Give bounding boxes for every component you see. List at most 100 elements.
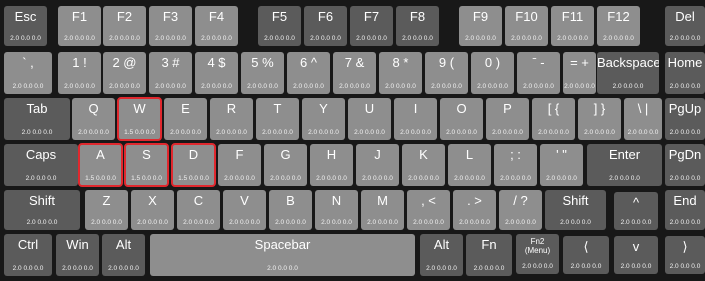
key-p[interactable]: P 2.0 0.0 0.0	[486, 98, 529, 140]
key-backslash[interactable]: \ | 2.0 0.0 0.0	[624, 98, 662, 140]
key-f5[interactable]: F5 2.0 0.0 0.0	[258, 6, 301, 46]
key-j[interactable]: J 2.0 0.0 0.0	[356, 144, 399, 186]
key-b[interactable]: B 2.0 0.0 0.0	[269, 190, 312, 230]
key-label: = +	[570, 55, 589, 70]
key-up[interactable]: ^ 2.0 0.0 0.0	[614, 192, 658, 230]
key-f3[interactable]: F3 2.0 0.0 0.0	[149, 6, 192, 46]
key-backspace[interactable]: Backspace 2.0 0.0 0.0	[597, 52, 659, 94]
key-enter[interactable]: Enter 2.0 0.0 0.0	[587, 144, 662, 186]
key-label: ˉ -	[532, 55, 545, 70]
key-esc[interactable]: Esc 2.0 0.0 0.0	[4, 6, 47, 46]
key-e[interactable]: E 2.0 0.0 0.0	[164, 98, 207, 140]
key-n[interactable]: N 2.0 0.0 0.0	[315, 190, 358, 230]
key-tab[interactable]: Tab 2.0 0.0 0.0	[4, 98, 70, 140]
key-f12[interactable]: F12 2.0 0.0 0.0	[597, 6, 640, 46]
key-period[interactable]: . > 2.0 0.0 0.0	[453, 190, 496, 230]
key-z[interactable]: Z 2.0 0.0 0.0	[85, 190, 128, 230]
key-d[interactable]: D 1.5 0.0 0.0	[171, 143, 216, 187]
key-label: End	[673, 193, 697, 208]
key-u[interactable]: U 2.0 0.0 0.0	[348, 98, 391, 140]
key-f8[interactable]: F8 2.0 0.0 0.0	[396, 6, 439, 46]
key-8[interactable]: 8 * 2.0 0.0 0.0	[379, 52, 422, 94]
key-down[interactable]: v 2.0 0.0 0.0	[614, 236, 658, 274]
key-0[interactable]: 0 ) 2.0 0.0 0.0	[471, 52, 514, 94]
key-backtick[interactable]: ` , 2.0 0.0 0.0	[4, 52, 52, 94]
key-label: V	[240, 193, 249, 208]
key-slash[interactable]: / ? 2.0 0.0 0.0	[499, 190, 542, 230]
key-f10[interactable]: F10 2.0 0.0 0.0	[505, 6, 548, 46]
key-t[interactable]: T 2.0 0.0 0.0	[256, 98, 299, 140]
key-i[interactable]: I 2.0 0.0 0.0	[394, 98, 437, 140]
key-l[interactable]: L 2.0 0.0 0.0	[448, 144, 491, 186]
key-9[interactable]: 9 (2.0 0.0 0.0	[425, 52, 468, 94]
key-ctrl[interactable]: Ctrl 2.0 0.0 0.0	[4, 234, 52, 276]
key-f7[interactable]: F7 2.0 0.0 0.0	[350, 6, 393, 46]
key-value: 2.0 0.0 0.0	[25, 175, 57, 182]
key-f1[interactable]: F1 2.0 0.0 0.0	[58, 6, 101, 46]
key-space[interactable]: Spacebar 2.0 0.0 0.0	[150, 234, 415, 276]
key-f[interactable]: F 2.0 0.0 0.0	[218, 144, 261, 186]
key-7[interactable]: 7 & 2.0 0.0 0.0	[333, 52, 376, 94]
key-pgup[interactable]: PgUp 2.0 0.0 0.0	[665, 98, 705, 140]
key-o[interactable]: O 2.0 0.0 0.0	[440, 98, 483, 140]
key-minus[interactable]: ˉ - 2.0 0.0 0.0	[517, 52, 560, 94]
key-m[interactable]: M 2.0 0.0 0.0	[361, 190, 404, 230]
key-caps[interactable]: Caps 2.0 0.0 0.0	[4, 144, 78, 186]
key-pgdn[interactable]: PgDn 2.0 0.0 0.0	[665, 144, 705, 186]
key-fn2[interactable]: Fn2 (Menu) 2.0 0.0 0.0	[516, 234, 559, 274]
key-label: 0 )	[484, 55, 501, 70]
key-label: 9 (	[438, 55, 455, 70]
key-v[interactable]: V 2.0 0.0 0.0	[223, 190, 266, 230]
key-5[interactable]: 5 % 2.0 0.0 0.0	[241, 52, 284, 94]
key-label: G	[280, 147, 291, 162]
key-value: 2.0 0.0 0.0	[669, 219, 701, 226]
key-y[interactable]: Y 2.0 0.0 0.0	[302, 98, 345, 140]
key-label: ^	[632, 195, 640, 210]
key-lshift[interactable]: Shift 2.0 0.0 0.0	[4, 190, 80, 230]
key-f6[interactable]: F6 2.0 0.0 0.0	[304, 6, 347, 46]
key-w[interactable]: W 1.5 0.0 0.0	[117, 97, 162, 141]
key-f4[interactable]: F4 2.0 0.0 0.0	[195, 6, 238, 46]
key-2[interactable]: 2 @ 2.0 0.0 0.0	[103, 52, 146, 94]
key-a[interactable]: A 1.5 0.0 0.0	[78, 143, 123, 187]
key-quote[interactable]: ' " 2.0 0.0 0.0	[540, 144, 583, 186]
key-value: 2.0 0.0 0.0	[321, 219, 352, 226]
key-f2[interactable]: F2 2.0 0.0 0.0	[103, 6, 146, 46]
key-label: [ {	[547, 101, 560, 116]
key-rbracket[interactable]: ] } 2.0 0.0 0.0	[578, 98, 621, 140]
key-lalt[interactable]: Alt 2.0 0.0 0.0	[102, 234, 145, 276]
key-r[interactable]: R 2.0 0.0 0.0	[210, 98, 253, 140]
key-x[interactable]: X 2.0 0.0 0.0	[131, 190, 174, 230]
key-value: 2.0 0.0 0.0	[620, 219, 652, 226]
key-comma[interactable]: , < 2.0 0.0 0.0	[407, 190, 450, 230]
key-6[interactable]: 6 ^ 2.0 0.0 0.0	[287, 52, 330, 94]
key-home[interactable]: Home 2.0 0.0 0.0	[665, 52, 705, 94]
key-lbracket[interactable]: [ {2.0 0.0 0.0	[532, 98, 575, 140]
key-right[interactable]: ⟩ 2.0 0.0 0.0	[665, 236, 705, 274]
key-equals[interactable]: = + 2.0 0.0 0.0	[563, 52, 596, 94]
key-end[interactable]: End 2.0 0.0 0.0	[665, 190, 705, 230]
key-4[interactable]: 4 $ 2.0 0.0 0.0	[195, 52, 238, 94]
key-win[interactable]: Win 2.0 0.0 0.0	[56, 234, 99, 276]
key-left[interactable]: ⟨ 2.0 0.0 0.0	[563, 236, 609, 274]
key-c[interactable]: C 2.0 0.0 0.0	[177, 190, 220, 230]
key-f11[interactable]: F11 2.0 0.0 0.0	[551, 6, 594, 46]
key-value: 2.0 0.0 0.0	[354, 129, 385, 136]
key-h[interactable]: H 2.0 0.0 0.0	[310, 144, 353, 186]
key-rshift[interactable]: Shift 2.0 0.0 0.0	[545, 190, 606, 230]
key-g[interactable]: G 2.0 0.0 0.0	[264, 144, 307, 186]
key-del[interactable]: Del 2.0 0.0 0.0	[665, 6, 705, 46]
key-s[interactable]: S 1.5 0.0 0.0	[124, 143, 169, 187]
key-fn[interactable]: Fn 2.0 0.0 0.0	[466, 234, 512, 276]
key-semicolon[interactable]: ; : 2.0 0.0 0.0	[494, 144, 537, 186]
key-label: Ctrl	[17, 237, 39, 252]
key-value: 2.0 0.0 0.0	[669, 35, 701, 42]
key-k[interactable]: K 2.0 0.0 0.0	[402, 144, 445, 186]
key-value: 2.0 0.0 0.0	[459, 219, 490, 226]
key-f9[interactable]: F9 2.0 0.0 0.0	[459, 6, 502, 46]
key-ralt[interactable]: Alt 2.0 0.0 0.0	[420, 234, 463, 276]
key-q[interactable]: Q 2.0 0.0 0.0	[72, 98, 115, 140]
key-1[interactable]: 1 ! 2.0 0.0 0.0	[58, 52, 101, 94]
key-label: F9	[472, 9, 489, 24]
key-3[interactable]: 3 # 2.0 0.0 0.0	[149, 52, 192, 94]
